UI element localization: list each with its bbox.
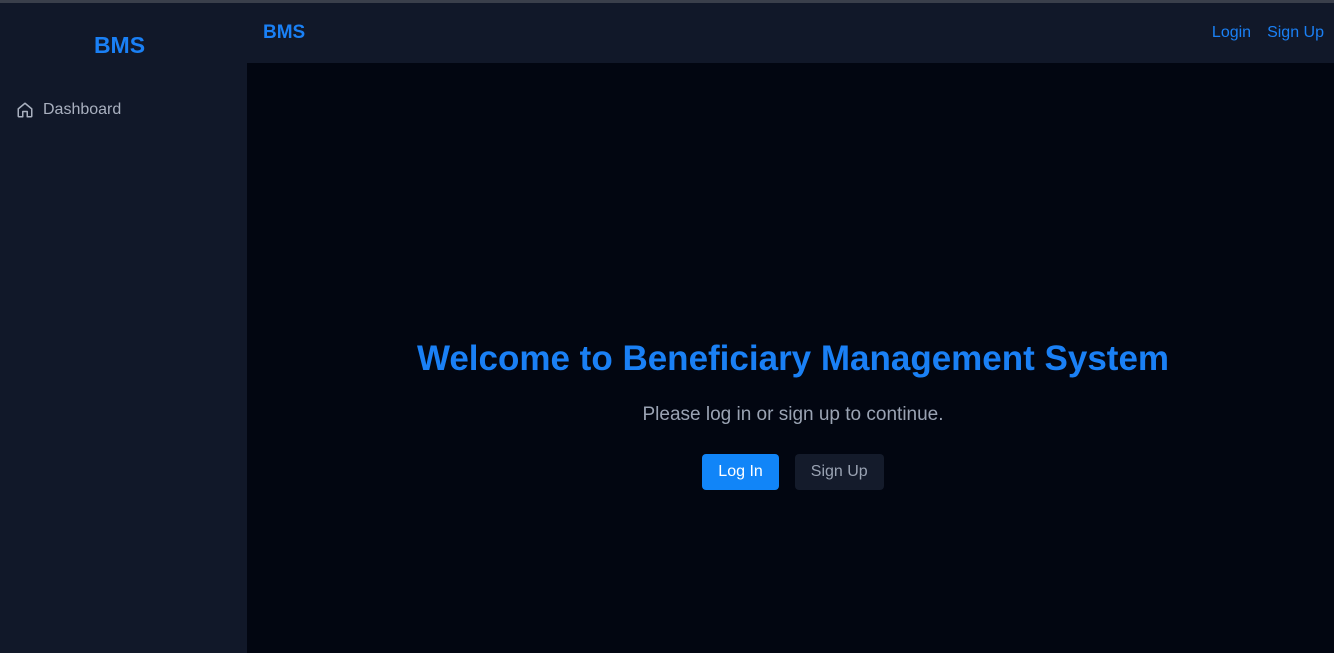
welcome-hero: Welcome to Beneficiary Management System…: [247, 338, 1334, 490]
sidebar-item-dashboard[interactable]: Dashboard: [15, 98, 121, 122]
login-button[interactable]: Log In: [702, 454, 779, 490]
sidebar-brand: BMS: [93, 32, 146, 58]
signup-button[interactable]: Sign Up: [794, 454, 884, 490]
header-login-link[interactable]: Login: [1212, 24, 1251, 42]
top-header: BMS Login Sign Up: [247, 3, 1334, 63]
header-signup-link[interactable]: Sign Up: [1267, 24, 1324, 42]
sidebar-item-label: Dashboard: [43, 101, 122, 118]
sidebar: BMS Dashboard: [0, 3, 247, 653]
page-title: Welcome to Beneficiary Management System: [416, 339, 1170, 378]
page-subtitle: Please log in or sign up to continue.: [642, 404, 944, 425]
home-icon: [15, 100, 35, 120]
main-content: Welcome to Beneficiary Management System…: [247, 63, 1334, 653]
hero-actions: Log In Sign Up: [247, 454, 1334, 490]
header-nav: Login Sign Up: [1212, 24, 1324, 42]
header-brand[interactable]: BMS: [263, 22, 305, 44]
